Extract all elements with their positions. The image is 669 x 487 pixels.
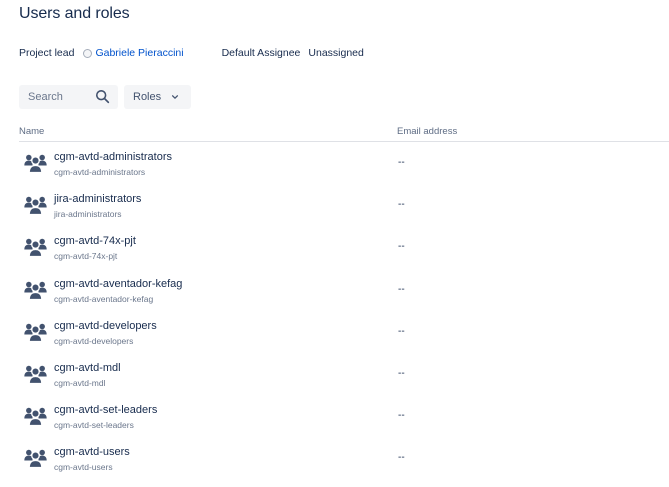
search-input[interactable]	[19, 86, 98, 108]
row-name: jira-administrators	[54, 193, 142, 206]
group-icon	[24, 238, 47, 258]
group-icon	[24, 154, 47, 173]
row-name: cgm-avtd-74x-pjt	[54, 235, 136, 248]
row-email: --	[398, 452, 405, 464]
table-row: cgm-avtd-mdl cgm-avtd-mdl --	[0, 353, 669, 395]
project-lead-link[interactable]: Gabriele Pieraccini	[95, 47, 183, 59]
row-subtitle: cgm-avtd-aventador-kefag	[54, 293, 154, 304]
row-subtitle: jira-administrators	[54, 209, 122, 220]
row-email: --	[398, 157, 405, 168]
row-subtitle: cgm-avtd-set-leaders	[54, 420, 134, 431]
group-icon	[24, 365, 47, 384]
column-header-email: Email address	[397, 126, 458, 137]
project-meta: Project lead Gabriele Pieraccini Default…	[19, 46, 364, 60]
row-email: --	[398, 367, 405, 379]
row-name: cgm-avtd-set-leaders	[54, 404, 158, 417]
users-roles-table: cgm-avtd-administrators cgm-avtd-adminis…	[0, 142, 669, 480]
row-subtitle: cgm-avtd-developers	[54, 335, 134, 346]
group-icon	[24, 407, 47, 427]
roles-filter-button[interactable]: Roles	[124, 85, 191, 109]
row-subtitle: cgm-avtd-74x-pjt	[54, 251, 118, 262]
project-lead-label: Project lead	[19, 47, 75, 59]
row-subtitle: cgm-avtd-users	[54, 462, 113, 473]
row-name: cgm-avtd-administrators	[54, 151, 172, 163]
table-row: cgm-avtd-administrators cgm-avtd-adminis…	[0, 142, 669, 184]
column-header-name: Name	[19, 126, 45, 137]
row-name: cgm-avtd-mdl	[54, 361, 121, 374]
chevron-down-icon	[172, 95, 179, 99]
row-email: --	[398, 283, 405, 295]
table-row: cgm-avtd-users cgm-avtd-users --	[0, 437, 669, 479]
roles-filter-label: Roles	[133, 91, 162, 103]
row-name: cgm-avtd-users	[54, 446, 130, 459]
group-icon	[24, 196, 47, 216]
group-icon	[24, 322, 47, 342]
row-email: --	[398, 241, 405, 253]
search-box[interactable]	[19, 85, 118, 109]
table-row: cgm-avtd-aventador-kefag cgm-avtd-aventa…	[0, 269, 669, 311]
group-icon	[24, 280, 47, 300]
row-email: --	[398, 199, 405, 211]
search-icon[interactable]	[95, 89, 110, 104]
row-subtitle: cgm-avtd-mdl	[54, 377, 106, 388]
row-email: --	[398, 410, 405, 422]
row-email: --	[398, 325, 405, 337]
table-row: jira-administrators jira-administrators …	[0, 184, 669, 226]
row-name: cgm-avtd-aventador-kefag	[54, 277, 183, 290]
default-assignee-value: Unassigned	[308, 47, 364, 59]
row-subtitle: cgm-avtd-administrators	[54, 167, 146, 177]
page-title: Users and roles	[19, 5, 130, 22]
default-assignee-label: Default Assignee	[221, 47, 301, 59]
row-name: cgm-avtd-developers	[54, 319, 157, 332]
group-icon	[24, 449, 47, 469]
table-row: cgm-avtd-74x-pjt cgm-avtd-74x-pjt --	[0, 226, 669, 268]
project-lead-avatar	[83, 48, 93, 58]
table-row: cgm-avtd-set-leaders cgm-avtd-set-leader…	[0, 395, 669, 437]
table-row: cgm-avtd-developers cgm-avtd-developers …	[0, 311, 669, 353]
